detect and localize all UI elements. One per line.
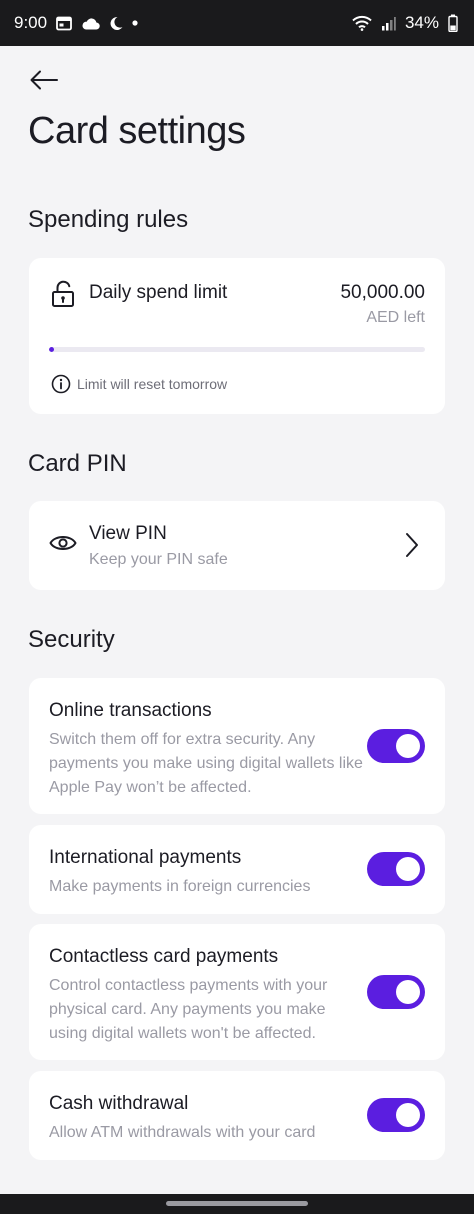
security-item-description: Allow ATM withdrawals with your card [49, 1124, 316, 1141]
view-pin-row[interactable]: View PIN Keep your PIN safe [29, 501, 445, 590]
security-item-international-payments: International payments Make payments in … [29, 825, 445, 914]
wifi-icon [352, 15, 372, 31]
limit-remaining-amount: 50,000.00 [340, 282, 425, 303]
international-payments-toggle[interactable] [367, 852, 425, 886]
security-item-description: Switch them off for extra security. Any … [49, 731, 363, 796]
info-icon [51, 374, 71, 394]
status-bar-right: 34% [352, 13, 458, 33]
limit-progress-track [49, 347, 425, 352]
security-item-online-transactions: Online transactions Switch them off for … [29, 678, 445, 814]
status-time: 9:00 [14, 13, 48, 32]
limit-progress-fill [49, 347, 54, 352]
toggle-knob [396, 857, 420, 881]
signal-icon [381, 16, 396, 30]
security-item-title: International payments [49, 847, 242, 868]
security-item-contactless-payments: Contactless card payments Control contac… [29, 924, 445, 1060]
arrow-left-icon [30, 70, 58, 90]
navigation-bar [0, 1194, 474, 1214]
view-pin-title: View PIN [89, 523, 167, 544]
section-title-security: Security [28, 626, 115, 653]
toggle-knob [396, 1103, 420, 1127]
toggle-knob [396, 980, 420, 1004]
contactless-payments-toggle[interactable] [367, 975, 425, 1009]
calendar-icon [56, 16, 72, 30]
daily-spend-limit-label: Daily spend limit [89, 282, 228, 303]
security-item-cash-withdrawal: Cash withdrawal Allow ATM withdrawals wi… [29, 1071, 445, 1160]
dot-icon [132, 20, 138, 26]
online-transactions-toggle[interactable] [367, 729, 425, 763]
section-title-card-pin: Card PIN [28, 450, 127, 477]
moon-icon [110, 16, 123, 30]
limit-currency-left: AED left [366, 309, 425, 326]
view-pin-subtitle: Keep your PIN safe [89, 551, 228, 568]
limit-reset-info: Limit will reset tomorrow [77, 376, 228, 392]
cloud-icon [82, 17, 100, 30]
home-indicator[interactable] [166, 1201, 308, 1206]
security-item-description: Control contactless payments with your p… [49, 977, 328, 1042]
back-button[interactable] [28, 66, 60, 94]
eye-icon [49, 536, 77, 550]
page-title: Card settings [28, 110, 246, 152]
security-item-description: Make payments in foreign currencies [49, 878, 311, 895]
section-title-spending-rules: Spending rules [28, 206, 189, 233]
battery-percent: 34% [404, 13, 439, 32]
battery-icon [448, 14, 458, 32]
cash-withdrawal-toggle[interactable] [367, 1098, 425, 1132]
chevron-right-icon [406, 533, 418, 557]
status-bar: 9:00 34% [0, 0, 474, 46]
lock-icon [52, 280, 74, 307]
security-item-title: Contactless card payments [49, 946, 279, 967]
card-settings-screen: Card settings Spending rules Daily spend… [0, 46, 474, 1194]
status-bar-left: 9:00 [14, 13, 138, 33]
security-item-title: Cash withdrawal [49, 1093, 189, 1114]
daily-spend-limit-card[interactable]: Daily spend limit 50,000.00 AED left Lim… [29, 258, 445, 414]
toggle-knob [396, 734, 420, 758]
security-item-title: Online transactions [49, 700, 212, 721]
